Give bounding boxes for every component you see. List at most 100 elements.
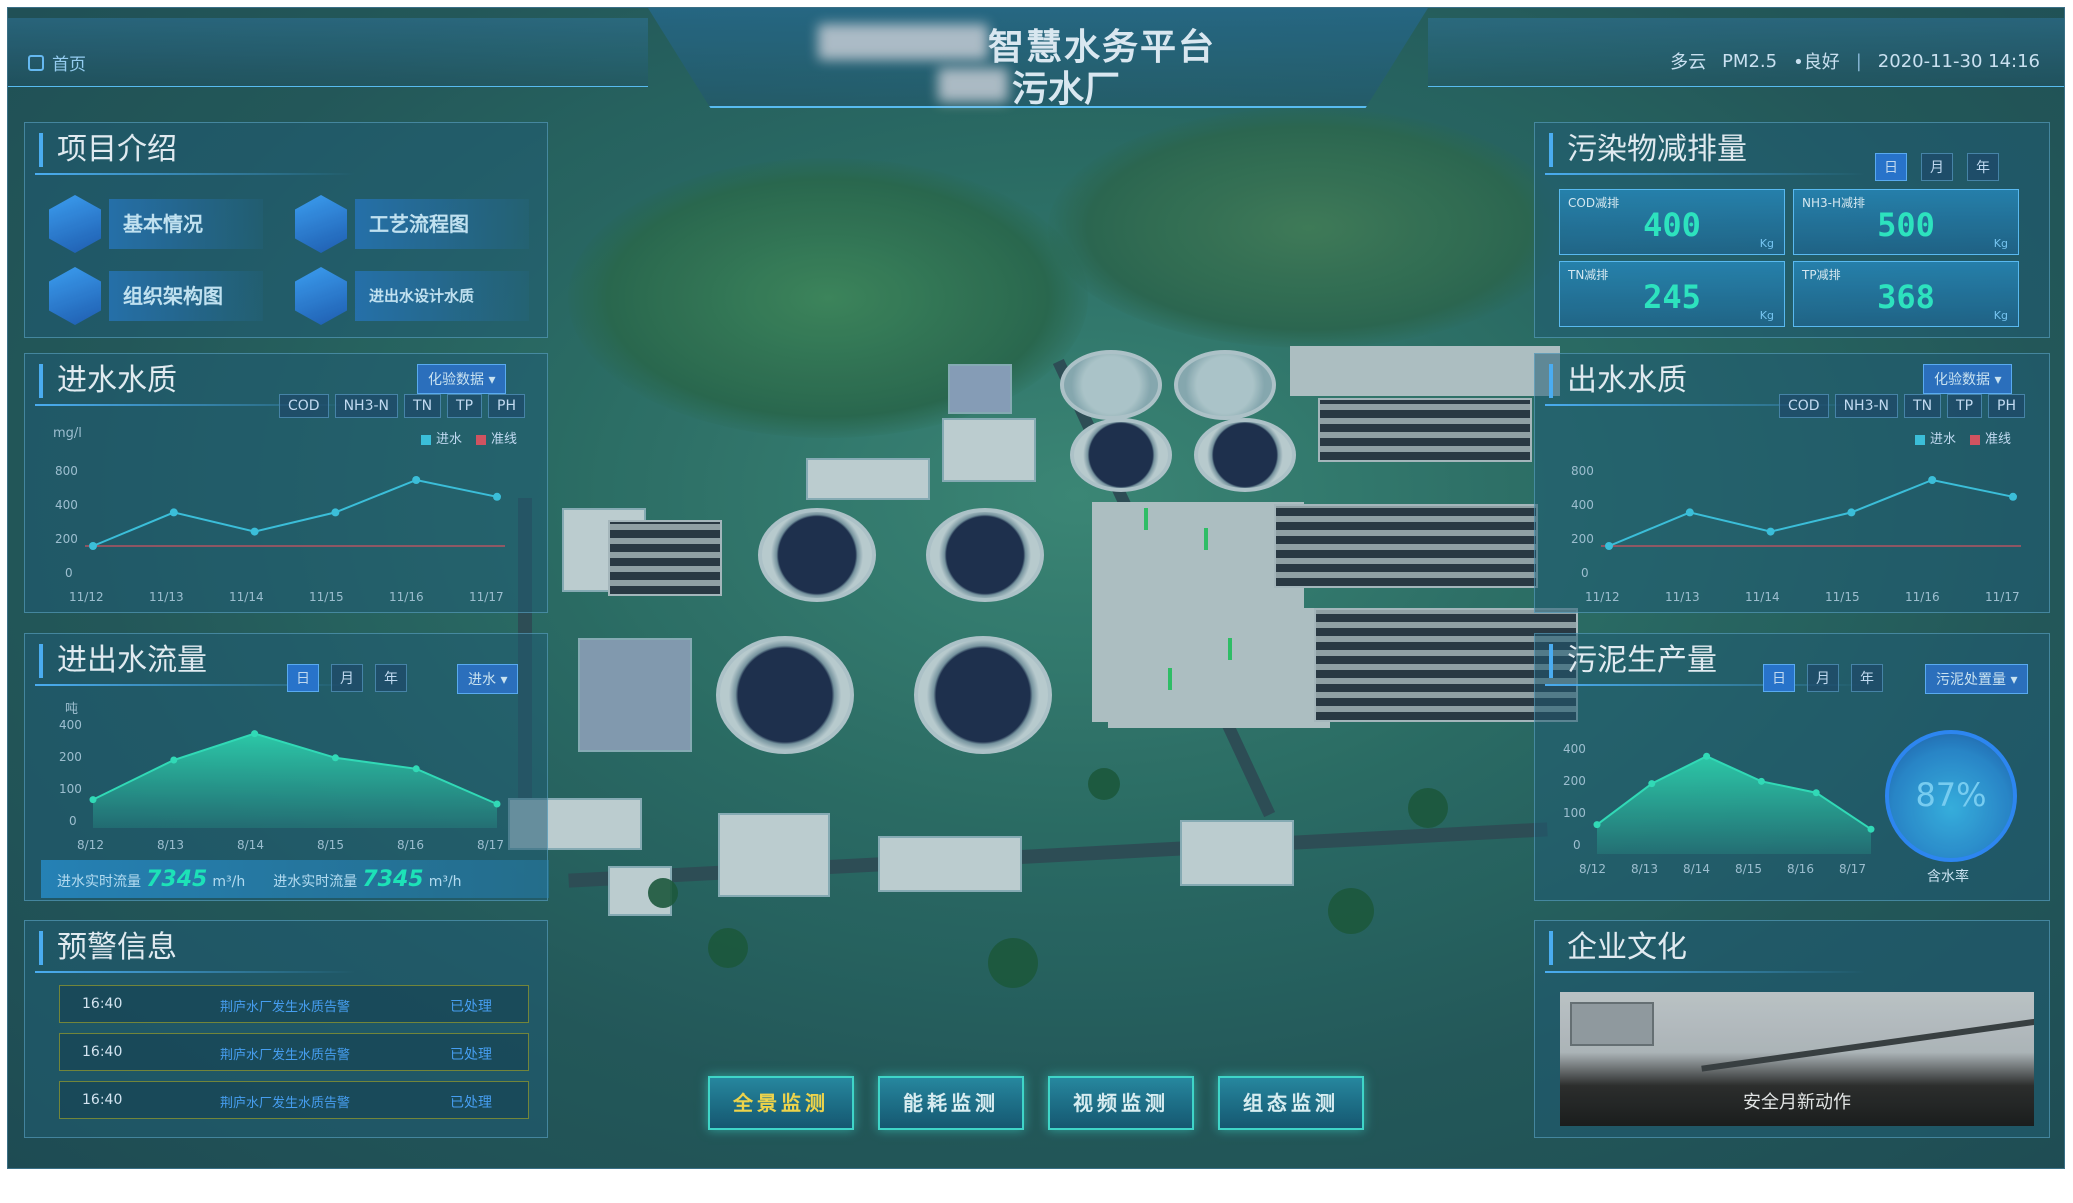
area-fill bbox=[1597, 756, 1871, 854]
x-tick: 11/15 bbox=[309, 590, 344, 604]
redacted-name-1 bbox=[818, 24, 988, 60]
tab-tn[interactable]: TN bbox=[404, 394, 442, 418]
culture-photo[interactable]: 安全月新动作 bbox=[1560, 992, 2034, 1126]
tab-year[interactable]: 年 bbox=[1851, 664, 1883, 692]
inflow-data-dropdown[interactable]: 化验数据 ▾ bbox=[417, 364, 507, 394]
project-intro-title: 项目介绍 bbox=[39, 133, 177, 167]
tab-tp[interactable]: TP bbox=[447, 394, 483, 418]
stat-unit: Kg bbox=[1993, 309, 2008, 322]
alert-status: 已处理 bbox=[450, 1095, 492, 1111]
realtime-flow-1: 进水实时流量 7345 m³/h bbox=[57, 866, 246, 892]
stat-value: 245 bbox=[1643, 278, 1701, 316]
sludge-area-chart bbox=[1593, 752, 1875, 854]
weather-status: 多云 PM2.5 •良好 | 2020-11-30 14:16 bbox=[1670, 48, 2040, 74]
project-intro-panel: 项目介绍 基本情况 工艺流程图 组织架构图 进出水设计水质 bbox=[24, 122, 548, 338]
stat-value: 368 bbox=[1877, 278, 1935, 316]
x-tick: 11/15 bbox=[1825, 590, 1860, 604]
stat-value: 400 bbox=[1643, 206, 1701, 244]
redacted-name-2 bbox=[938, 68, 1008, 102]
alert-message: 荆庐水厂发生水质告警 bbox=[220, 1048, 351, 1063]
x-tick: 11/14 bbox=[1745, 590, 1780, 604]
nav-panorama-button[interactable]: 全景监测 bbox=[708, 1076, 854, 1130]
data-point bbox=[89, 542, 97, 550]
alert-status: 已处理 bbox=[450, 1047, 492, 1063]
y-tick: 800 bbox=[1571, 464, 1594, 478]
x-tick: 8/13 bbox=[1631, 862, 1658, 876]
flow-panel: 进出水流量 日 月 年 进水 ▾ 吨 400 200 100 0 8/12 8/… bbox=[24, 633, 549, 901]
y-tick: 800 bbox=[55, 464, 78, 478]
tab-day[interactable]: 日 bbox=[287, 664, 319, 692]
home-link[interactable]: 首页 bbox=[28, 50, 86, 75]
tab-month[interactable]: 月 bbox=[1921, 153, 1953, 181]
outflow-quality-chart bbox=[1601, 476, 2021, 550]
nav-energy-button[interactable]: 能耗监测 bbox=[878, 1076, 1024, 1130]
nav-video-button[interactable]: 视频监测 bbox=[1048, 1076, 1194, 1130]
alert-row[interactable]: 16:40 荆庐水厂发生水质告警 已处理 bbox=[59, 1081, 529, 1119]
photo-structure bbox=[1570, 1002, 1654, 1046]
data-point bbox=[250, 527, 259, 536]
outflow-data-dropdown[interactable]: 化验数据 ▾ bbox=[1923, 364, 2013, 394]
y-tick: 100 bbox=[1563, 806, 1586, 820]
data-point bbox=[89, 796, 97, 804]
design-quality-label: 进出水设计水质 bbox=[355, 271, 529, 321]
gauge-value: 87% bbox=[1915, 776, 1987, 814]
tab-year[interactable]: 年 bbox=[375, 664, 407, 692]
sludge-type-dropdown[interactable]: 污泥处置量 ▾ bbox=[1925, 664, 2029, 694]
tab-month[interactable]: 月 bbox=[1807, 664, 1839, 692]
tab-tp[interactable]: TP bbox=[1947, 394, 1983, 418]
tab-month[interactable]: 月 bbox=[331, 664, 363, 692]
data-point bbox=[1593, 821, 1601, 829]
layers-icon bbox=[49, 267, 101, 325]
weather-text: 多云 bbox=[1670, 52, 1707, 73]
pollutant-title: 污染物减排量 bbox=[1549, 133, 1747, 167]
alert-row[interactable]: 16:40 荆庐水厂发生水质告警 已处理 bbox=[59, 985, 529, 1023]
title-underline bbox=[1545, 173, 1865, 175]
pm-label: PM2.5 bbox=[1722, 50, 1778, 72]
x-tick: 8/15 bbox=[1735, 862, 1762, 876]
realtime-flow-bar: 进水实时流量 7345 m³/h 进水实时流量 7345 m³/h bbox=[41, 860, 549, 898]
org-chart-icon bbox=[295, 195, 347, 253]
sludge-title: 污泥生产量 bbox=[1549, 644, 1717, 678]
data-point bbox=[1847, 508, 1856, 517]
page-subtitle: 污水厂 bbox=[1012, 69, 1121, 110]
outflow-quality-panel: 出水水质 化验数据 ▾ COD NH3-N TN TP PH 进水 准线 800… bbox=[1534, 353, 2050, 613]
tab-year[interactable]: 年 bbox=[1967, 153, 1999, 181]
stat-unit: Kg bbox=[1759, 237, 1774, 250]
stat-tn: TN减排 245 Kg bbox=[1559, 261, 1785, 327]
y-tick: 200 bbox=[59, 750, 82, 764]
tab-day[interactable]: 日 bbox=[1763, 664, 1795, 692]
nav-config-button[interactable]: 组态监测 bbox=[1218, 1076, 1364, 1130]
alert-time: 16:40 bbox=[82, 1092, 123, 1108]
inflow-param-tabs: COD NH3-N TN TP PH bbox=[279, 394, 526, 418]
x-tick: 8/14 bbox=[1683, 862, 1710, 876]
stat-unit: Kg bbox=[1759, 309, 1774, 322]
tab-cod[interactable]: COD bbox=[1779, 394, 1829, 418]
water-drop-icon bbox=[295, 267, 347, 325]
flow-area-chart bbox=[89, 730, 501, 828]
tab-cod[interactable]: COD bbox=[279, 394, 329, 418]
data-point bbox=[170, 756, 178, 764]
tab-day[interactable]: 日 bbox=[1875, 153, 1907, 181]
y-tick: 0 bbox=[65, 566, 73, 580]
tab-ph[interactable]: PH bbox=[1988, 394, 2026, 418]
stat-tp: TP减排 368 Kg bbox=[1793, 261, 2019, 327]
tab-nh3n[interactable]: NH3-N bbox=[1834, 394, 1899, 418]
x-tick: 8/13 bbox=[157, 838, 184, 852]
x-tick: 11/12 bbox=[69, 590, 104, 604]
culture-caption: 安全月新动作 bbox=[1743, 1092, 1851, 1113]
alert-time: 16:40 bbox=[82, 996, 123, 1012]
tab-nh3n[interactable]: NH3-N bbox=[334, 394, 399, 418]
flow-type-dropdown[interactable]: 进水 ▾ bbox=[457, 664, 519, 694]
tab-tn[interactable]: TN bbox=[1904, 394, 1942, 418]
alert-status: 已处理 bbox=[450, 999, 492, 1015]
data-point bbox=[1685, 508, 1694, 517]
stat-cod: COD减排 400 Kg bbox=[1559, 189, 1785, 255]
inflow-quality-panel: 进水水质 化验数据 ▾ COD NH3-N TN TP PH mg/l 进水 准… bbox=[24, 353, 548, 613]
alert-message: 荆庐水厂发生水质告警 bbox=[220, 1000, 351, 1015]
alert-row[interactable]: 16:40 荆庐水厂发生水质告警 已处理 bbox=[59, 1033, 529, 1071]
y-tick: 200 bbox=[1563, 774, 1586, 788]
basic-info-label: 基本情况 bbox=[109, 199, 263, 249]
tab-ph[interactable]: PH bbox=[488, 394, 526, 418]
x-tick: 11/17 bbox=[1985, 590, 2020, 604]
x-tick: 11/13 bbox=[1665, 590, 1700, 604]
